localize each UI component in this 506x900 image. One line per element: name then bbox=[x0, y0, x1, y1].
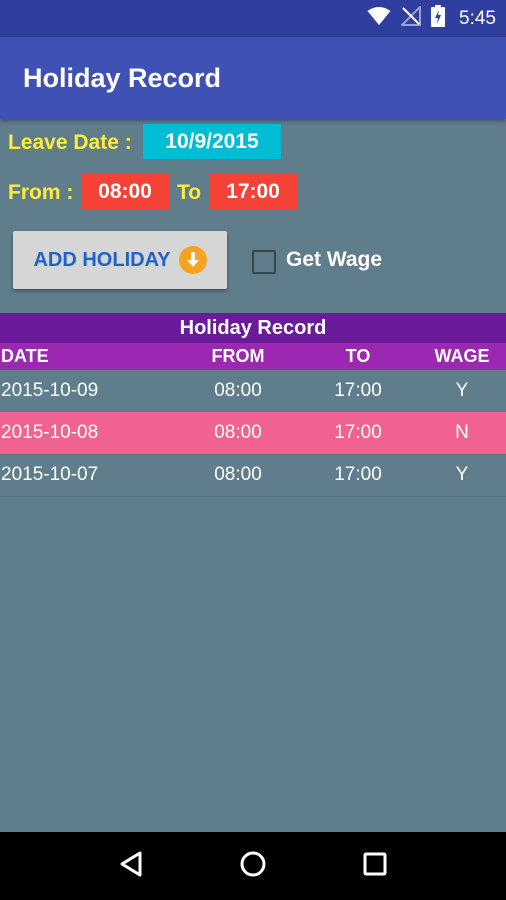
leave-date-value: 10/9/2015 bbox=[165, 129, 259, 153]
row-wage: Y bbox=[455, 464, 469, 485]
row-date: 2015-10-08 bbox=[1, 422, 99, 443]
get-wage-label: Get Wage bbox=[286, 248, 383, 271]
from-time-value: 08:00 bbox=[98, 179, 152, 203]
add-holiday-label: ADD HOLIDAY bbox=[33, 248, 171, 271]
header-from: FROM bbox=[211, 346, 265, 366]
table-title-text: Holiday Record bbox=[179, 316, 327, 339]
wifi-icon bbox=[367, 6, 391, 31]
table-title: Holiday Record bbox=[0, 313, 506, 343]
row-from: 08:00 bbox=[214, 380, 262, 401]
to-time-value: 17:00 bbox=[226, 179, 280, 203]
navigation-bar bbox=[0, 832, 506, 900]
header-to: TO bbox=[345, 346, 371, 366]
battery-charging-icon bbox=[431, 5, 446, 32]
row-to: 17:00 bbox=[334, 464, 382, 485]
table-row[interactable]: 2015-10-07 08:00 17:00 Y bbox=[0, 454, 506, 497]
from-time-picker[interactable]: 08:00 bbox=[81, 174, 169, 209]
row-to: 17:00 bbox=[334, 422, 382, 443]
leave-date-label: Leave Date : bbox=[8, 131, 132, 154]
row-date: 2015-10-09 bbox=[1, 380, 99, 401]
home-icon[interactable] bbox=[239, 850, 267, 883]
row-wage: Y bbox=[455, 380, 469, 401]
header-wage: WAGE bbox=[434, 346, 490, 366]
row-from: 08:00 bbox=[214, 422, 262, 443]
row-date: 2015-10-07 bbox=[1, 464, 99, 485]
row-from: 08:00 bbox=[214, 464, 262, 485]
table-header: DATE FROM TO WAGE bbox=[0, 343, 506, 370]
to-time-picker[interactable]: 17:00 bbox=[209, 174, 297, 209]
row-to: 17:00 bbox=[334, 380, 382, 401]
leave-date-picker[interactable]: 10/9/2015 bbox=[143, 124, 281, 159]
table-row[interactable]: 2015-10-09 08:00 17:00 Y bbox=[0, 370, 506, 413]
no-signal-icon bbox=[399, 4, 422, 31]
download-arrow-icon bbox=[178, 246, 207, 274]
header-date: DATE bbox=[1, 346, 49, 366]
back-icon[interactable] bbox=[118, 850, 144, 883]
status-time: 5:45 bbox=[459, 7, 496, 29]
row-wage: N bbox=[455, 422, 469, 443]
get-wage-checkbox[interactable] bbox=[252, 250, 276, 274]
app-bar: Holiday Record bbox=[0, 37, 506, 119]
app-title: Holiday Record bbox=[23, 62, 222, 93]
table-row[interactable]: 2015-10-08 08:00 17:00 N bbox=[0, 412, 506, 455]
from-label: From : bbox=[8, 181, 74, 204]
recents-icon[interactable] bbox=[362, 851, 388, 882]
to-label: To bbox=[177, 181, 202, 204]
add-holiday-button[interactable]: ADD HOLIDAY bbox=[13, 231, 227, 289]
status-bar: 5:45 bbox=[0, 0, 506, 37]
